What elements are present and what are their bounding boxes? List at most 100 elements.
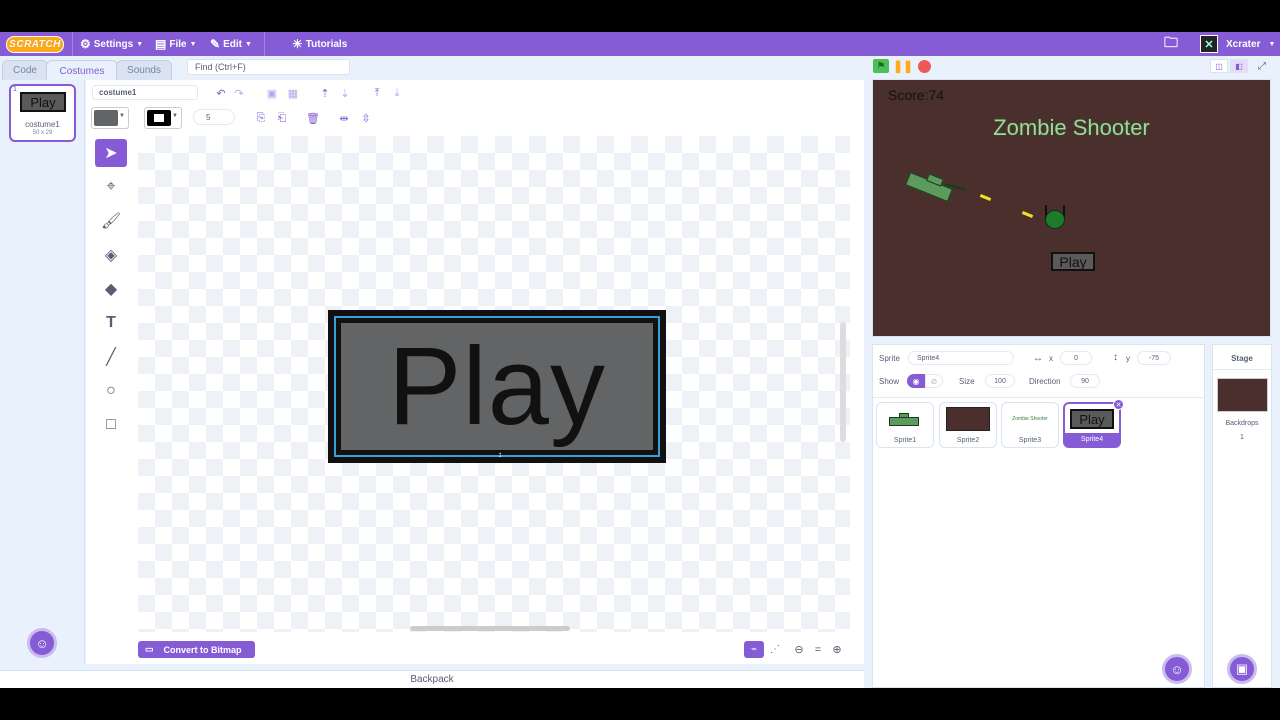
backward-icon[interactable]: ⇣ (337, 85, 353, 101)
fullscreen-icon[interactable]: ⤢ (1254, 59, 1270, 73)
snap-grid-icon[interactable]: ⋰ (765, 641, 785, 658)
ungroup-icon[interactable]: ▦ (285, 85, 301, 101)
find-input[interactable]: Find (Ctrl+F) (187, 59, 350, 75)
tab-code[interactable]: Code (2, 60, 48, 80)
stage-target-pane[interactable]: Stage Backdrops 1 ▣ (1212, 344, 1272, 688)
show-hidden-icon[interactable]: ⊘ (925, 374, 943, 388)
paste-icon[interactable]: ⎗ (274, 110, 290, 126)
pause-icon[interactable]: ❚❚ (893, 59, 913, 73)
forward-icon[interactable]: ⇡ (317, 85, 333, 101)
sprite-thumbnail: Play (1070, 409, 1114, 429)
file-menu[interactable]: ▤ File ▼ (155, 32, 197, 56)
size-input[interactable]: 100 (985, 374, 1015, 388)
eraser-tool-icon[interactable]: ◈ (95, 241, 127, 269)
caret-down-icon: ▼ (1268, 40, 1276, 48)
select-tool-icon[interactable]: ➤ (95, 139, 127, 167)
green-flag-icon[interactable]: ⚑ (873, 59, 889, 73)
costume-thumbnail: Play (20, 92, 66, 112)
zoom-in-icon[interactable]: ⊕ (828, 641, 846, 658)
text-tool-icon[interactable]: T (95, 309, 127, 337)
flip-horizontal-icon[interactable]: ⇹ (336, 110, 352, 126)
y-label: y (1126, 354, 1130, 363)
game-title: Zombie Shooter (993, 115, 1150, 140)
direction-input[interactable]: 90 (1070, 374, 1100, 388)
caret-down-icon: ▼ (172, 113, 178, 119)
resize-handle-icon[interactable]: ↕ (498, 450, 502, 460)
sprite-thumbnail: Zombie Shooter (1012, 416, 1048, 422)
outline-color-picker[interactable]: ▼ (144, 107, 182, 129)
group-icon[interactable]: ▣ (264, 85, 280, 101)
delete-sprite-icon[interactable]: ✕ (1113, 399, 1124, 410)
front-icon[interactable]: ⤒ (369, 85, 385, 101)
bullet (1021, 211, 1034, 218)
choose-costume-button[interactable]: ☺ (27, 628, 57, 658)
stage-play-button[interactable]: Play (1051, 252, 1095, 271)
costume-name-field[interactable]: costume1 (92, 85, 198, 100)
selection-box[interactable]: Play (334, 316, 660, 457)
cat-face-icon: ☺ (35, 635, 49, 651)
settings-menu[interactable]: ⚙ Settings ▼ (80, 32, 143, 56)
y-input[interactable]: -75 (1137, 351, 1171, 365)
zoom-out-icon[interactable]: ⊖ (790, 641, 808, 658)
sprite-thumbnail (883, 407, 927, 431)
avatar[interactable]: ✕ (1200, 35, 1218, 53)
circle-tool-icon[interactable]: ○ (95, 377, 127, 405)
choose-sprite-button[interactable]: ☺ (1162, 654, 1192, 684)
stop-icon[interactable] (918, 60, 931, 73)
brush-tool-icon[interactable]: 🖌 (95, 207, 127, 235)
pencil-icon: ✎ (210, 37, 221, 51)
line-tool-icon[interactable]: ╱ (95, 343, 127, 371)
show-visible-icon[interactable]: ◉ (907, 374, 925, 388)
large-stage-icon[interactable]: ◧ (1230, 59, 1248, 73)
tutorials-menu[interactable]: ☀ Tutorials (292, 32, 347, 56)
caret-down-icon: ▼ (119, 113, 125, 119)
play-costume-text: Play (341, 323, 653, 450)
horizontal-scrollbar[interactable] (410, 626, 570, 631)
zombie-sprite (1045, 210, 1065, 229)
vertical-scrollbar[interactable] (840, 322, 846, 442)
x-input[interactable]: 0 (1060, 351, 1092, 365)
sprite-tile[interactable]: Zombie Shooter Sprite3 (1001, 402, 1059, 448)
rectangle-tool-icon[interactable]: □ (95, 411, 127, 439)
backpack-bar[interactable]: Backpack (0, 670, 864, 688)
flip-vertical-icon[interactable]: ⇳ (358, 110, 374, 126)
reshape-tool-icon[interactable]: ⌖ (95, 173, 127, 201)
costume-tile[interactable]: 1 Play costume1 50 x 29 (9, 84, 76, 142)
costume-name: costume1 (25, 120, 60, 129)
delete-icon[interactable]: 🗑 (305, 110, 321, 126)
copy-icon[interactable]: ⎘ (253, 110, 269, 126)
file-icon: ▤ (155, 37, 167, 51)
drawing-canvas[interactable]: Play ↕ (138, 136, 850, 632)
my-stuff-folder-icon[interactable]: 🗀 (1164, 32, 1178, 56)
back-icon[interactable]: ⤓ (389, 85, 405, 101)
choose-backdrop-button[interactable]: ▣ (1227, 654, 1257, 684)
small-stage-icon[interactable]: ◫ (1210, 59, 1228, 73)
scratch-logo[interactable]: SCRATCH (6, 36, 64, 53)
convert-to-bitmap-button[interactable]: ▭ Convert to Bitmap (138, 641, 255, 658)
sprite-tile-selected[interactable]: Play Sprite4 ✕ (1063, 399, 1124, 448)
sprite-name-input[interactable]: Sprite4 (908, 351, 1014, 365)
tab-sounds[interactable]: Sounds (116, 60, 172, 80)
stage[interactable]: Score:74 Zombie Shooter Play (872, 79, 1271, 337)
direction-label: Direction (1029, 377, 1061, 386)
sprite-tile[interactable]: Sprite1 (876, 402, 934, 448)
play-costume-shape[interactable]: Play ↕ (328, 310, 666, 463)
zoom-reset-icon[interactable]: = (809, 641, 827, 658)
backdrops-label: Backdrops (1225, 420, 1259, 427)
sprite-tile[interactable]: Sprite2 (939, 402, 997, 448)
undo-icon[interactable]: ↶ (213, 85, 229, 101)
backdrop-thumbnail[interactable] (1217, 378, 1268, 412)
magnet-snap-icon[interactable]: ⌁ (744, 641, 764, 658)
sprite-pane: Sprite Sprite4 ↔ x 0 ↕ y -75 Show ◉ ⊘ Si… (872, 344, 1205, 688)
fill-color-picker[interactable]: ▼ (91, 107, 129, 129)
x-label: x (1049, 354, 1053, 363)
redo-icon[interactable]: ↷ (231, 85, 247, 101)
tab-costumes[interactable]: Costumes (46, 60, 118, 81)
size-label: Size (959, 377, 975, 386)
x-arrow-icon: ↔ (1033, 353, 1043, 364)
edit-menu[interactable]: ✎ Edit ▼ (210, 32, 252, 56)
fill-tool-icon[interactable]: ◆ (95, 275, 127, 303)
outline-width-input[interactable]: 5 (193, 109, 235, 125)
account-menu[interactable]: Xcrater ▼ (1226, 32, 1275, 56)
stage-title: Stage (1231, 354, 1253, 363)
